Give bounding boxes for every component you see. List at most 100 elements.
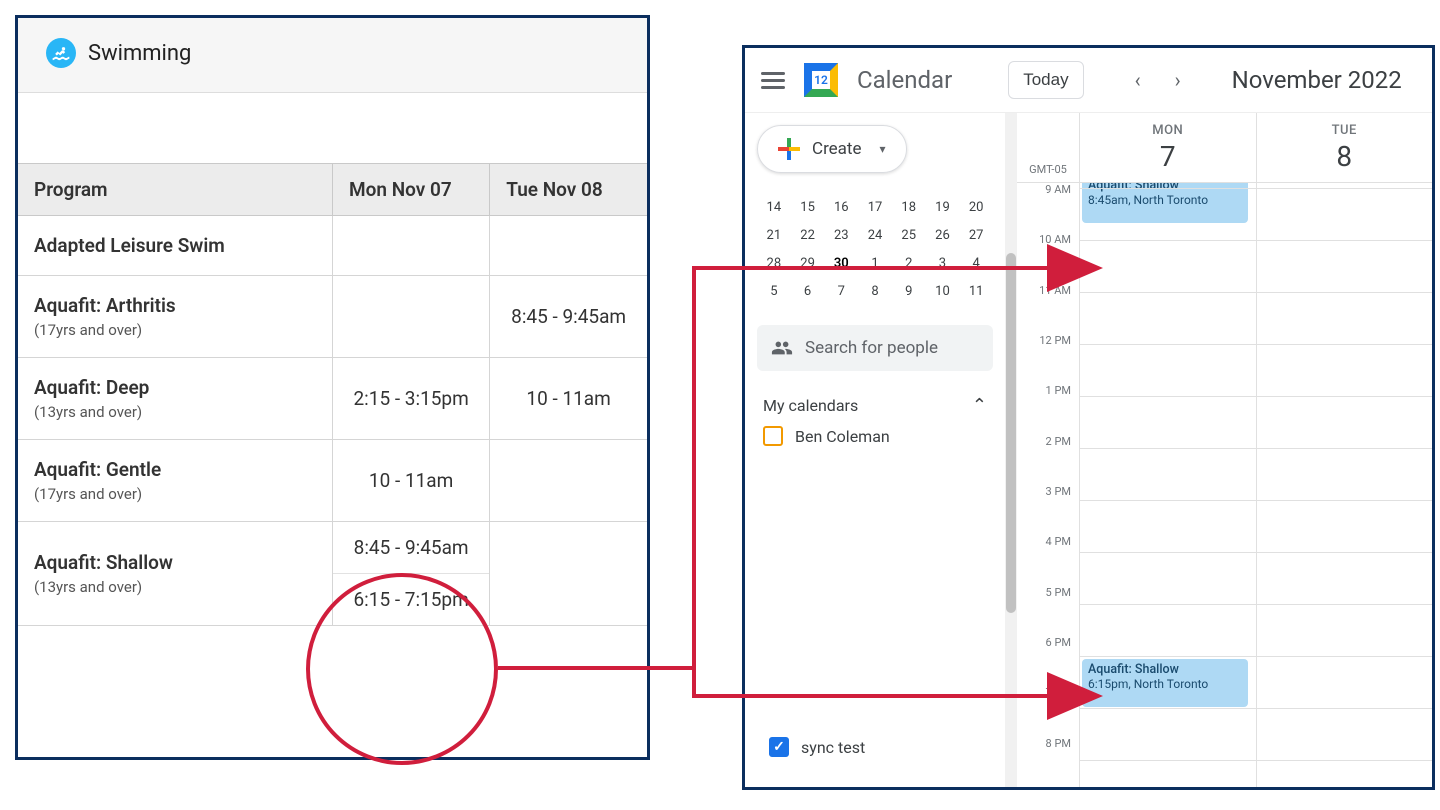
search-placeholder: Search for people: [805, 338, 938, 358]
day-grid: GMT-05 MON 7 TUE 8 9 AM 10 AM 11 AM 12 P…: [1017, 113, 1432, 787]
mini-day[interactable]: 15: [791, 193, 825, 221]
today-button[interactable]: Today: [1008, 61, 1083, 99]
menu-icon[interactable]: [761, 68, 785, 92]
program-name: Aquafit: Arthritis: [34, 294, 316, 317]
people-icon: [771, 337, 793, 359]
cell: 8:45 - 9:45am: [333, 522, 489, 574]
calendar-item-ben[interactable]: Ben Coleman: [757, 416, 993, 456]
mini-day[interactable]: 19: [926, 193, 960, 221]
mini-day[interactable]: 29: [791, 249, 825, 277]
calendar-item-sync[interactable]: sync test: [763, 727, 987, 767]
calendar-item-label: Ben Coleman: [795, 427, 890, 446]
mini-day[interactable]: 3: [926, 249, 960, 277]
scrollbar[interactable]: [1005, 113, 1017, 787]
program-sub: (17yrs and over): [34, 485, 316, 503]
col-program[interactable]: Program: [18, 164, 333, 216]
my-calendars-header[interactable]: My calendars ⌃: [757, 395, 993, 416]
event-chip[interactable]: Aquafit: Shallow 6:15pm, North Toronto: [1082, 659, 1248, 707]
hour-labels: 9 AM 10 AM 11 AM 12 PM 1 PM 2 PM 3 PM 4 …: [1017, 183, 1079, 787]
day-number: 7: [1160, 140, 1176, 173]
event-title: Aquafit: Shallow: [1088, 662, 1242, 677]
day-header-tue[interactable]: TUE 8: [1256, 113, 1433, 182]
mini-day[interactable]: 24: [858, 221, 892, 249]
mini-day[interactable]: 9: [892, 277, 926, 305]
mini-day[interactable]: 11: [959, 277, 993, 305]
program-name: Aquafit: Shallow: [34, 551, 316, 574]
mini-day[interactable]: 30: [824, 249, 858, 277]
hour-label: 12 PM: [1017, 334, 1079, 384]
mini-day[interactable]: 28: [757, 249, 791, 277]
event-chip[interactable]: Aquafit: Shallow 8:45am, North Toronto: [1082, 183, 1248, 223]
day-column-mon[interactable]: Aquafit: Shallow 8:45am, North Toronto A…: [1079, 183, 1256, 787]
col-mon[interactable]: Mon Nov 07: [333, 164, 490, 216]
hour-label: 2 PM: [1017, 435, 1079, 485]
calendar-sidebar: Create ▾ 14 15 16 17 18 19 20 21 22 23 2: [745, 113, 1005, 787]
checkbox-checked[interactable]: [769, 737, 789, 757]
mini-day[interactable]: 21: [757, 221, 791, 249]
timezone-label: GMT-05: [1017, 113, 1079, 182]
plus-icon: [778, 138, 800, 160]
program-name: Adapted Leisure Swim: [34, 234, 316, 257]
cell: 8:45 - 9:45am: [490, 276, 647, 358]
program-sub: (17yrs and over): [34, 321, 316, 339]
cell: [333, 216, 490, 276]
logo-day: 12: [814, 73, 828, 87]
cell: [490, 440, 647, 522]
cell: [490, 216, 647, 276]
mini-calendar[interactable]: 14 15 16 17 18 19 20 21 22 23 24 25 26 2…: [757, 193, 993, 305]
cell: 10 - 11am: [490, 358, 647, 440]
cell: 2:15 - 3:15pm: [333, 358, 490, 440]
event-subtitle: 8:45am, North Toronto: [1088, 193, 1242, 207]
day-column-tue[interactable]: [1256, 183, 1433, 787]
program-sub: (13yrs and over): [34, 578, 316, 596]
mini-day[interactable]: 4: [959, 249, 993, 277]
next-icon[interactable]: ›: [1160, 62, 1196, 98]
mini-day[interactable]: 26: [926, 221, 960, 249]
cell: [490, 522, 647, 626]
chevron-up-icon[interactable]: ⌃: [972, 395, 987, 416]
checkbox-unchecked[interactable]: [763, 426, 783, 446]
hour-label: 10 AM: [1017, 233, 1079, 283]
mini-day[interactable]: 5: [757, 277, 791, 305]
table-row: Adapted Leisure Swim: [18, 216, 647, 276]
hour-label: 8 PM: [1017, 737, 1079, 787]
cell: 6:15 - 7:15pm: [333, 574, 489, 625]
mini-day[interactable]: 18: [892, 193, 926, 221]
program-sub: (13yrs and over): [34, 403, 316, 421]
hour-label: 1 PM: [1017, 384, 1079, 434]
mini-day[interactable]: 8: [858, 277, 892, 305]
prev-icon[interactable]: ‹: [1120, 62, 1156, 98]
mini-day[interactable]: 17: [858, 193, 892, 221]
table-row: Aquafit: Arthritis (17yrs and over) 8:45…: [18, 276, 647, 358]
dow-label: MON: [1152, 123, 1183, 138]
mini-day[interactable]: 6: [791, 277, 825, 305]
hour-label: 4 PM: [1017, 535, 1079, 585]
schedule-title: Swimming: [88, 41, 191, 66]
schedule-panel: Swimming Program Mon Nov 07 Tue Nov 08 A…: [15, 15, 650, 760]
create-button[interactable]: Create ▾: [757, 125, 907, 173]
month-label: November 2022: [1232, 66, 1402, 94]
schedule-header: Swimming: [18, 18, 647, 93]
mini-day[interactable]: 1: [858, 249, 892, 277]
mini-day[interactable]: 2: [892, 249, 926, 277]
swimming-icon: [46, 38, 76, 68]
col-tue[interactable]: Tue Nov 08: [490, 164, 647, 216]
event-subtitle: 6:15pm, North Toronto: [1088, 677, 1242, 691]
mini-day[interactable]: 14: [757, 193, 791, 221]
search-people-input[interactable]: Search for people: [757, 325, 993, 371]
mini-day[interactable]: 7: [824, 277, 858, 305]
create-label: Create: [812, 139, 862, 159]
calendar-logo[interactable]: 12: [801, 60, 841, 100]
hour-label: 7 PM: [1017, 686, 1079, 736]
mini-day[interactable]: 27: [959, 221, 993, 249]
hour-label: 5 PM: [1017, 586, 1079, 636]
mini-day[interactable]: 25: [892, 221, 926, 249]
mini-day[interactable]: 16: [824, 193, 858, 221]
schedule-table: Program Mon Nov 07 Tue Nov 08 Adapted Le…: [18, 163, 647, 626]
scrollbar-thumb[interactable]: [1006, 253, 1016, 613]
mini-day[interactable]: 20: [959, 193, 993, 221]
mini-day[interactable]: 23: [824, 221, 858, 249]
day-header-mon[interactable]: MON 7: [1079, 113, 1256, 182]
mini-day[interactable]: 10: [926, 277, 960, 305]
mini-day[interactable]: 22: [791, 221, 825, 249]
